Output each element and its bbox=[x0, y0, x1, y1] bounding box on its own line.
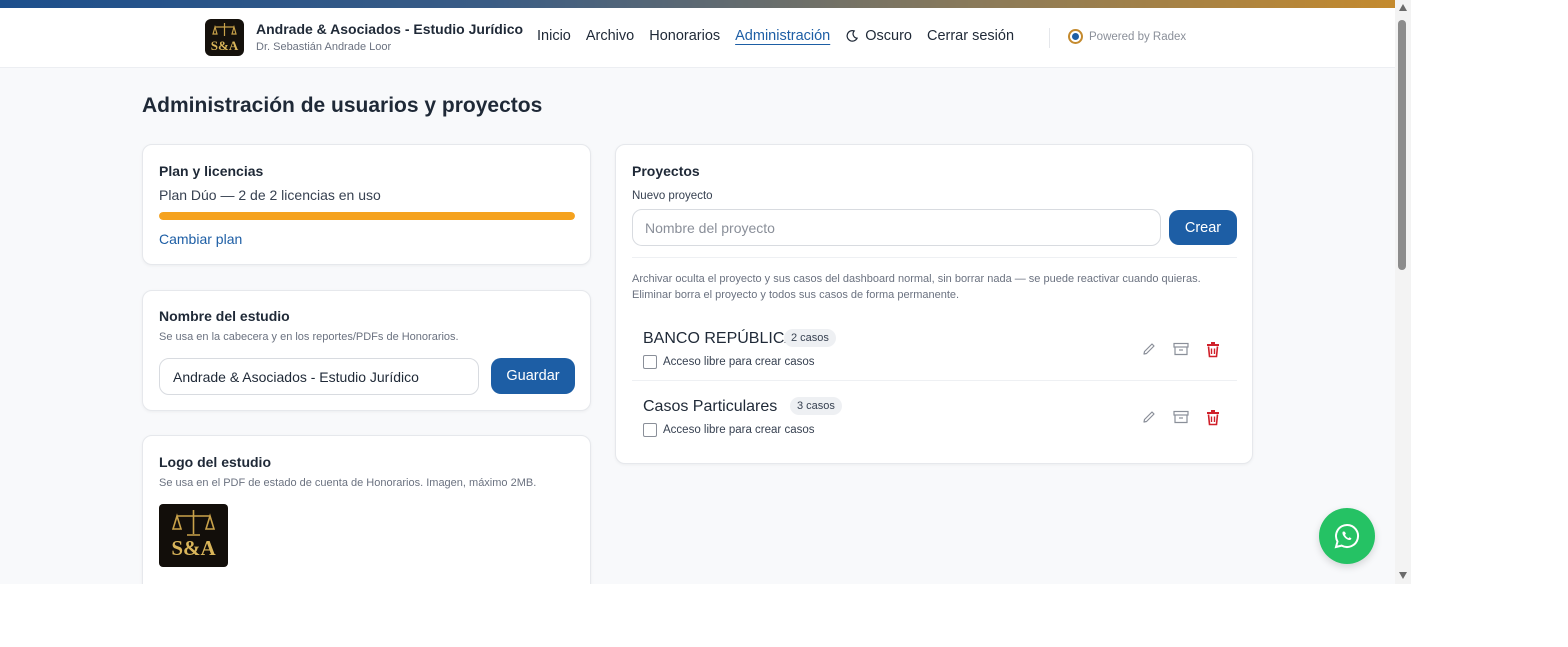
free-access-label: Acceso libre para crear casos bbox=[663, 424, 815, 436]
project-case-count-badge: 2 casos bbox=[784, 329, 836, 347]
project-case-count-badge: 3 casos bbox=[790, 397, 842, 415]
studio-name-subtitle: Se usa en la cabecera y en los reportes/… bbox=[159, 331, 459, 343]
dark-mode-toggle[interactable]: Oscuro bbox=[845, 28, 912, 44]
projects-divider bbox=[632, 257, 1237, 258]
brand-logo-text: S&A bbox=[211, 38, 239, 53]
archive-box-icon[interactable] bbox=[1171, 339, 1191, 359]
projects-title: Proyectos bbox=[632, 163, 700, 179]
free-access-checkbox[interactable]: Acceso libre para crear casos bbox=[643, 423, 814, 437]
checkbox-box[interactable] bbox=[643, 355, 657, 369]
studio-logo-text: S&A bbox=[171, 536, 216, 560]
license-progress-bar bbox=[159, 212, 575, 220]
nav-administracion[interactable]: Administración bbox=[735, 28, 830, 44]
projects-card: Proyectos Nuevo proyecto Crear Archivar … bbox=[615, 144, 1253, 464]
scrollbar-thumb[interactable] bbox=[1398, 20, 1406, 270]
project-name: BANCO REPÚBLICA bbox=[643, 330, 796, 347]
studio-logo-image[interactable]: S&A bbox=[159, 504, 228, 567]
dark-mode-label: Oscuro bbox=[865, 28, 912, 44]
studio-logo-card: Logo del estudio Se usa en el PDF de est… bbox=[142, 435, 591, 584]
project-name-input[interactable] bbox=[632, 209, 1161, 246]
page-title: Administración de usuarios y proyectos bbox=[142, 94, 543, 117]
change-plan-link[interactable]: Cambiar plan bbox=[159, 231, 242, 247]
nav-divider bbox=[1049, 28, 1050, 48]
plan-card: Plan y licencias Plan Dúo — 2 de 2 licen… bbox=[142, 144, 591, 265]
project-row: Casos Particulares 3 casos Acceso libre … bbox=[632, 383, 1237, 449]
new-project-label: Nuevo proyecto bbox=[632, 190, 713, 202]
studio-logo-title: Logo del estudio bbox=[159, 454, 271, 470]
save-button[interactable]: Guardar bbox=[491, 358, 575, 394]
app-viewport: S&A Andrade & Asociados - Estudio Jurídi… bbox=[0, 0, 1395, 584]
free-access-checkbox[interactable]: Acceso libre para crear casos bbox=[643, 355, 814, 369]
top-accent-strip bbox=[0, 0, 1395, 8]
nav-cerrar-sesion[interactable]: Cerrar sesión bbox=[927, 28, 1014, 44]
archive-box-icon[interactable] bbox=[1171, 407, 1191, 427]
brand-subtitle: Dr. Sebastián Andrade Loor bbox=[256, 41, 392, 53]
studio-name-input[interactable] bbox=[159, 358, 479, 395]
brand-logo[interactable]: S&A bbox=[205, 19, 244, 56]
header: S&A Andrade & Asociados - Estudio Jurídi… bbox=[0, 8, 1395, 68]
powered-by-label: Powered by Radex bbox=[1089, 30, 1187, 43]
project-name: Casos Particulares bbox=[643, 398, 778, 415]
studio-logo-subtitle: Se usa en el PDF de estado de cuenta de … bbox=[159, 477, 537, 489]
edit-pencil-icon[interactable] bbox=[1139, 407, 1159, 427]
scroll-up-arrow-icon[interactable] bbox=[1399, 4, 1407, 11]
edit-pencil-icon[interactable] bbox=[1139, 339, 1159, 359]
nav-archivo[interactable]: Archivo bbox=[586, 28, 634, 44]
radex-icon bbox=[1068, 29, 1083, 44]
delete-trash-icon[interactable] bbox=[1203, 407, 1223, 427]
plan-title: Plan y licencias bbox=[159, 163, 264, 179]
project-actions bbox=[1127, 339, 1223, 359]
plan-usage-text: Plan Dúo — 2 de 2 licencias en uso bbox=[159, 187, 381, 203]
free-access-label: Acceso libre para crear casos bbox=[663, 356, 815, 368]
license-progress-fill bbox=[159, 212, 575, 220]
whatsapp-chat-button[interactable] bbox=[1319, 508, 1375, 564]
delete-trash-icon[interactable] bbox=[1203, 339, 1223, 359]
nav-inicio[interactable]: Inicio bbox=[537, 28, 571, 44]
brand-title: Andrade & Asociados - Estudio Jurídico bbox=[256, 21, 524, 37]
studio-name-card: Nombre del estudio Se usa en la cabecera… bbox=[142, 290, 591, 411]
moon-icon bbox=[846, 29, 859, 42]
scroll-down-arrow-icon[interactable] bbox=[1399, 572, 1407, 579]
checkbox-box[interactable] bbox=[643, 423, 657, 437]
projects-help-text: Archivar oculta el proyecto y sus casos … bbox=[632, 273, 1201, 301]
powered-by[interactable]: Powered by Radex bbox=[1068, 29, 1186, 44]
main-nav: Inicio Archivo Honorarios Administración… bbox=[537, 28, 1029, 44]
project-actions bbox=[1127, 407, 1223, 427]
project-row: BANCO REPÚBLICA 2 casos Acceso libre par… bbox=[632, 315, 1237, 381]
whatsapp-icon bbox=[1334, 523, 1359, 549]
create-project-button[interactable]: Crear bbox=[1169, 210, 1237, 245]
nav-honorarios[interactable]: Honorarios bbox=[649, 28, 720, 44]
studio-name-title: Nombre del estudio bbox=[159, 308, 290, 324]
vertical-scrollbar[interactable] bbox=[1395, 0, 1411, 584]
